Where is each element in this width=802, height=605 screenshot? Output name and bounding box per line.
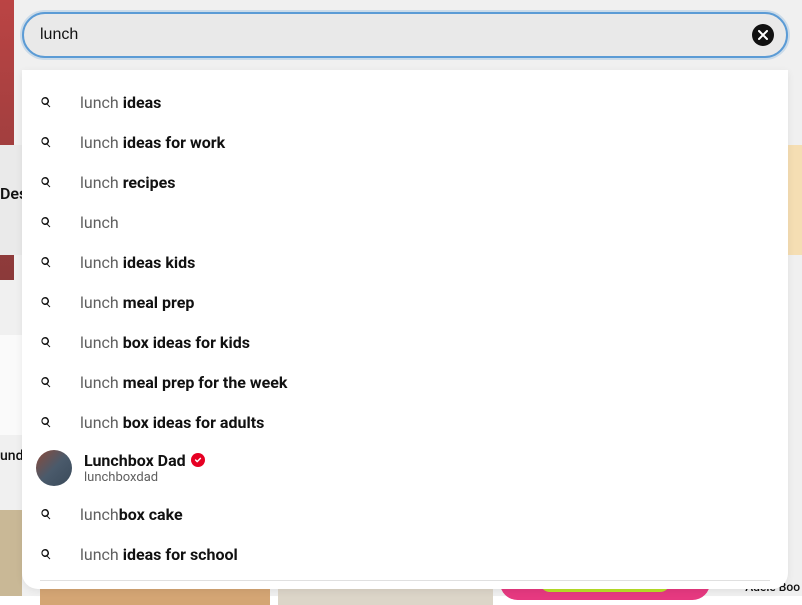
suggestion-bold: box ideas for kids bbox=[123, 333, 250, 352]
suggestion-bold: box ideas for adults bbox=[123, 413, 265, 432]
suggestion-text: lunch ideas for work bbox=[80, 133, 225, 152]
suggestion-prefix: lunch bbox=[80, 133, 123, 152]
bg-card-left2 bbox=[0, 335, 22, 435]
suggestion-bold: meal prep for the week bbox=[123, 373, 288, 392]
search-icon bbox=[40, 216, 62, 228]
suggestion-item[interactable]: lunch box ideas for kids bbox=[22, 322, 788, 362]
suggestion-text: lunch ideas bbox=[80, 93, 161, 112]
suggestion-text: lunch meal prep bbox=[80, 293, 194, 312]
search-icon bbox=[40, 96, 62, 108]
bg-card-right bbox=[788, 145, 802, 255]
verified-badge-icon bbox=[191, 453, 205, 467]
suggestion-bold: ideas for school bbox=[123, 545, 238, 564]
bg-card-left3 bbox=[0, 510, 22, 596]
suggestion-text: lunch box ideas for kids bbox=[80, 333, 250, 352]
suggestion-bold: ideas bbox=[123, 93, 162, 112]
search-icon bbox=[40, 176, 62, 188]
profile-suggestion[interactable]: Lunchbox Dad lunchboxdad bbox=[22, 442, 788, 494]
suggestion-text: lunch recipes bbox=[80, 173, 175, 192]
suggestion-prefix: lunch bbox=[80, 413, 123, 432]
suggestion-text: lunchbox cake bbox=[80, 505, 183, 524]
suggestion-text: lunch bbox=[80, 213, 119, 232]
suggestion-item[interactable]: lunch ideas for school bbox=[22, 534, 788, 574]
suggestion-item[interactable]: lunch meal prep for the week bbox=[22, 362, 788, 402]
close-icon bbox=[758, 28, 768, 43]
search-input[interactable] bbox=[40, 26, 752, 44]
search-icon bbox=[40, 256, 62, 268]
suggestion-bold: recipes bbox=[123, 173, 176, 192]
search-box[interactable] bbox=[22, 12, 788, 58]
suggestion-prefix: lunch bbox=[80, 333, 123, 352]
suggestion-text: lunch ideas for school bbox=[80, 545, 238, 564]
suggestion-prefix: lunch bbox=[80, 173, 123, 192]
suggestion-bold: meal prep bbox=[123, 293, 195, 312]
suggestion-text: lunch meal prep for the week bbox=[80, 373, 287, 392]
suggestion-item[interactable]: lunch ideas kids bbox=[22, 242, 788, 282]
search-icon bbox=[40, 376, 62, 388]
suggestion-item[interactable]: lunch ideas bbox=[22, 82, 788, 122]
search-icon bbox=[40, 416, 62, 428]
suggestion-prefix: lunch bbox=[80, 213, 119, 232]
suggestion-prefix: lunch bbox=[80, 505, 119, 524]
profile-name: Lunchbox Dad bbox=[84, 451, 186, 470]
suggestion-bold: ideas kids bbox=[123, 253, 196, 272]
suggestion-prefix: lunch bbox=[80, 293, 123, 312]
suggestion-bold: box cake bbox=[119, 505, 183, 524]
suggestion-item[interactable]: lunch ideas for work bbox=[22, 122, 788, 162]
clear-search-button[interactable] bbox=[752, 24, 774, 46]
search-icon bbox=[40, 296, 62, 308]
search-icon bbox=[40, 336, 62, 348]
autocomplete-panel: lunch ideaslunch ideas for worklunch rec… bbox=[22, 70, 788, 589]
search-bar bbox=[22, 12, 788, 58]
suggestion-text: lunch ideas kids bbox=[80, 253, 195, 272]
search-icon bbox=[40, 548, 62, 560]
search-icon bbox=[40, 136, 62, 148]
suggestion-prefix: lunch bbox=[80, 253, 123, 272]
suggestion-item[interactable]: lunchbox cake bbox=[22, 494, 788, 534]
suggestions-divider bbox=[40, 580, 770, 581]
search-icon bbox=[40, 508, 62, 520]
suggestion-prefix: lunch bbox=[80, 93, 123, 112]
suggestion-prefix: lunch bbox=[80, 373, 123, 392]
suggestion-item[interactable]: lunch meal prep bbox=[22, 282, 788, 322]
suggestion-text: lunch box ideas for adults bbox=[80, 413, 264, 432]
profile-username: lunchboxdad bbox=[84, 470, 205, 486]
suggestion-bold: ideas for work bbox=[123, 133, 225, 152]
suggestion-item[interactable]: lunch box ideas for adults bbox=[22, 402, 788, 442]
profile-info: Lunchbox Dad lunchboxdad bbox=[84, 451, 205, 486]
suggestion-item[interactable]: lunch recipes bbox=[22, 162, 788, 202]
suggestion-prefix: lunch bbox=[80, 545, 123, 564]
avatar bbox=[36, 450, 72, 486]
suggestion-item[interactable]: lunch bbox=[22, 202, 788, 242]
